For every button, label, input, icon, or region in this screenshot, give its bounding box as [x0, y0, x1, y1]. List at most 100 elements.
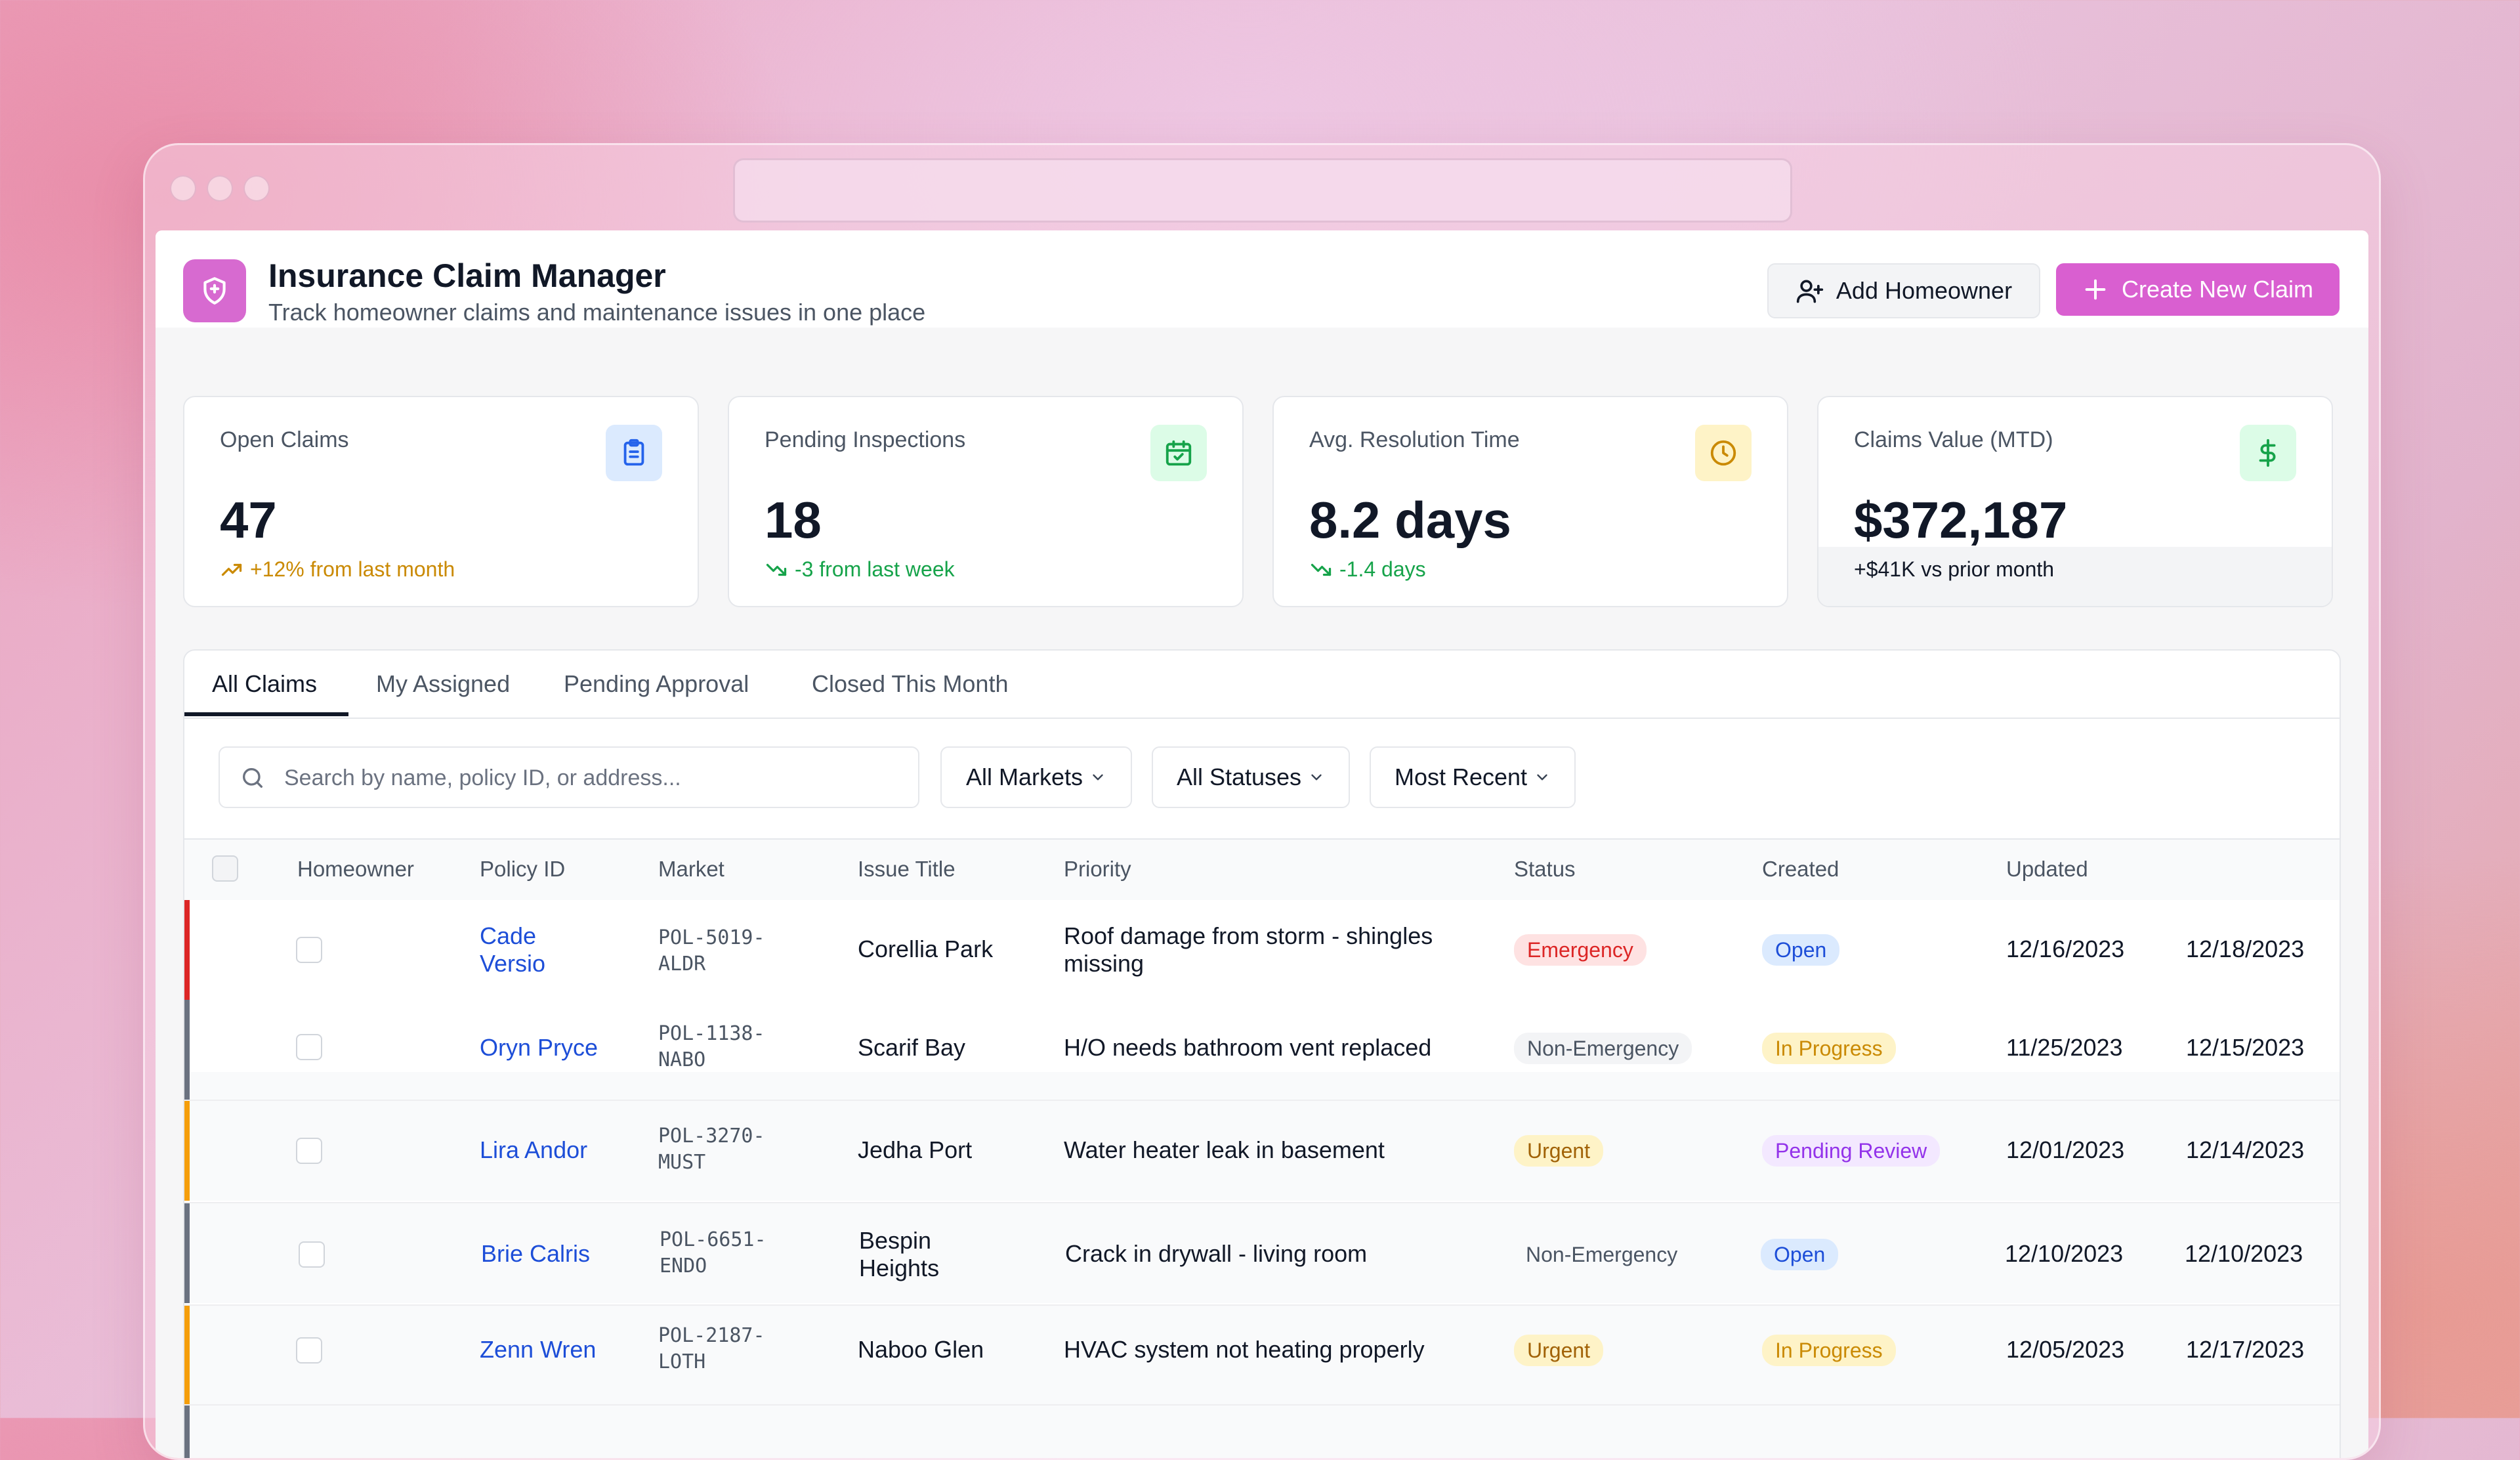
- create-claim-label: Create New Claim: [2121, 276, 2314, 303]
- stat-trend: -3 from last week: [765, 557, 955, 582]
- created-date: 12/16/2023: [2006, 935, 2125, 962]
- stat-card-claims-value: Claims Value (MTD) $372,187 +$41K vs pri…: [1817, 396, 2333, 607]
- status-badge: In Progress: [1762, 1335, 1896, 1366]
- tab-all-claims[interactable]: All Claims: [212, 670, 317, 698]
- user-plus-icon: [1796, 280, 1824, 303]
- stat-trend: +12% from last month: [220, 557, 455, 582]
- window-minimize-dot[interactable]: [207, 175, 233, 202]
- search-input[interactable]: Search by name, policy ID, or address...: [219, 746, 919, 808]
- table-row[interactable]: [184, 1404, 2340, 1458]
- window-close-dot[interactable]: [170, 175, 196, 202]
- column-priority[interactable]: Priority: [1064, 857, 1131, 882]
- market-filter-value: All Markets: [965, 763, 1083, 790]
- policy-id: POL-2187- LOTH: [658, 1324, 765, 1373]
- stat-label: Avg. Resolution Time: [1309, 427, 1520, 452]
- market-cell: Naboo Glen: [858, 1336, 984, 1363]
- stat-label: Pending Inspections: [765, 427, 966, 452]
- window-maximize-dot[interactable]: [243, 175, 270, 202]
- created-date: 12/10/2023: [2005, 1240, 2124, 1267]
- stat-card-open-claims: Open Claims 47 +12% from last month: [183, 396, 699, 607]
- updated-date: 12/15/2023: [2186, 1034, 2305, 1061]
- search-placeholder: Search by name, policy ID, or address...: [284, 765, 681, 790]
- add-homeowner-label: Add Homeowner: [1836, 277, 2013, 304]
- table-header: Homeowner Policy ID Market Issue Title P…: [184, 838, 2340, 901]
- select-all-checkbox[interactable]: [212, 855, 238, 882]
- priority-stripe: [184, 1406, 190, 1458]
- add-homeowner-button[interactable]: Add Homeowner: [1767, 263, 2040, 318]
- stat-value: 18: [765, 491, 822, 549]
- tab-my-assigned[interactable]: My Assigned: [376, 670, 510, 698]
- tab-closed-this-month[interactable]: Closed This Month: [812, 670, 1008, 698]
- browser-window: Insurance Claim Manager Track homeowner …: [143, 143, 2381, 1460]
- row-checkbox[interactable]: [299, 1241, 325, 1268]
- status-filter-select[interactable]: All Statuses: [1152, 746, 1350, 808]
- stat-label: Open Claims: [220, 427, 349, 452]
- address-bar[interactable]: [733, 158, 1792, 223]
- market-cell: Bespin Heights: [859, 1227, 940, 1281]
- tab-pending-approval[interactable]: Pending Approval: [564, 670, 749, 698]
- stat-value: 47: [220, 491, 277, 549]
- policy-id: POL-1138- NABO: [658, 1022, 765, 1071]
- sort-select[interactable]: Most Recent: [1370, 746, 1576, 808]
- table-row[interactable]: Zenn Wren POL-2187- LOTH Naboo Glen HVAC …: [184, 1304, 2340, 1406]
- status-filter-value: All Statuses: [1176, 763, 1302, 790]
- app-title: Insurance Claim Manager: [268, 257, 666, 294]
- issue-title: H/O needs bathroom vent replaced: [1064, 1034, 1432, 1061]
- tab-bar: All Claims My Assigned Pending Approval …: [184, 651, 2340, 719]
- updated-date: 12/18/2023: [2186, 935, 2305, 962]
- row-checkbox[interactable]: [296, 1337, 322, 1363]
- dollar-icon: [2240, 425, 2296, 481]
- column-created[interactable]: Created: [1762, 857, 1839, 882]
- table-row[interactable]: Cade Versio POL-5019- ALDR Corellia Park R…: [184, 900, 2340, 1001]
- issue-title: Crack in drywall - living room: [1065, 1240, 1368, 1267]
- status-badge: In Progress: [1762, 1033, 1896, 1064]
- create-new-claim-button[interactable]: Create New Claim: [2056, 263, 2340, 316]
- table-row[interactable]: Lira Andor POL-3270- MUST Jedha Port Wate…: [184, 1100, 2340, 1201]
- market-cell: Scarif Bay: [858, 1034, 966, 1061]
- column-homeowner[interactable]: Homeowner: [297, 857, 414, 882]
- priority-stripe: [184, 1203, 190, 1303]
- stat-card-pending-inspections: Pending Inspections 18 -3 from last week: [728, 396, 1244, 607]
- updated-date: 12/14/2023: [2186, 1136, 2305, 1163]
- priority-stripe: [184, 1000, 190, 1100]
- column-policy-id[interactable]: Policy ID: [480, 857, 565, 882]
- stat-trend-text: +12% from last month: [250, 557, 455, 581]
- column-updated[interactable]: Updated: [2006, 857, 2088, 882]
- row-checkbox[interactable]: [296, 1034, 322, 1060]
- updated-date: 12/17/2023: [2186, 1336, 2305, 1363]
- chevron-down-icon: [1093, 774, 1103, 781]
- homeowner-name-link[interactable]: Lira Andor: [480, 1136, 587, 1164]
- stat-trend-text: -1.4 days: [1339, 557, 1426, 581]
- priority-stripe: [184, 1306, 190, 1406]
- app-container: Insurance Claim Manager Track homeowner …: [156, 230, 2368, 1458]
- column-market[interactable]: Market: [658, 857, 724, 882]
- calendar-check-icon: [1150, 425, 1207, 481]
- plus-icon: [2085, 279, 2106, 300]
- stat-label: Claims Value (MTD): [1854, 427, 2053, 452]
- clock-icon: [1695, 425, 1752, 481]
- market-cell: Jedha Port: [858, 1136, 973, 1163]
- trend-down-icon: [766, 563, 787, 576]
- claims-card: All Claims My Assigned Pending Approval …: [183, 649, 2341, 1458]
- issue-title: Water heater leak in basement: [1064, 1136, 1385, 1163]
- stat-card-avg-resolution: Avg. Resolution Time 8.2 days -1.4 days: [1272, 396, 1788, 607]
- app-subtitle: Track homeowner claims and maintenance i…: [268, 299, 926, 326]
- issue-title: Roof damage from storm - shingles missing: [1064, 922, 1433, 977]
- row-checkbox[interactable]: [296, 937, 322, 963]
- policy-id: POL-6651- ENDO: [660, 1228, 766, 1278]
- homeowner-name-link[interactable]: Brie Calris: [481, 1240, 590, 1268]
- sort-value: Most Recent: [1394, 763, 1528, 790]
- row-checkbox[interactable]: [296, 1138, 322, 1164]
- market-filter-select[interactable]: All Markets: [940, 746, 1132, 808]
- table-row[interactable]: Brie Calris POL-6651- ENDO Bespin Heights …: [184, 1202, 2340, 1303]
- trend-up-icon: [221, 563, 242, 576]
- column-status[interactable]: Status: [1514, 857, 1576, 882]
- homeowner-name-link[interactable]: Oryn Pryce: [480, 1034, 598, 1062]
- homeowner-name-link[interactable]: Zenn Wren: [480, 1336, 596, 1363]
- column-issue-title[interactable]: Issue Title: [858, 857, 956, 882]
- priority-badge: Non-Emergency: [1514, 1033, 1692, 1064]
- created-date: 12/05/2023: [2006, 1336, 2125, 1363]
- homeowner-name-link[interactable]: Cade Versio: [480, 922, 545, 977]
- stat-trend-text: -3 from last week: [795, 557, 955, 581]
- table-row[interactable]: Oryn Pryce POL-1138- NABO Scarif Bay H/O …: [184, 1000, 2340, 1100]
